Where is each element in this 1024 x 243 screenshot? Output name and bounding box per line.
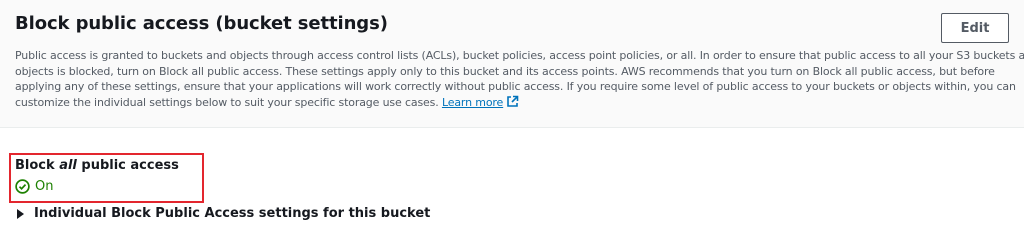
block-all-label: Block all public access [15,158,179,173]
description-line-last: customize the individual settings below … [15,95,1010,111]
block-all-status: On [15,179,53,194]
edit-button[interactable]: Edit [941,13,1009,43]
block-all-label-emphasis: all [59,158,77,173]
description-line: applying any of these settings, ensure t… [15,80,1016,93]
block-all-label-prefix: Block [15,158,60,173]
section-description: Public access is granted to buckets and … [15,48,1024,111]
learn-more-label[interactable]: Learn more [442,96,503,109]
individual-settings-expander[interactable]: Individual Block Public Access settings … [15,206,430,221]
individual-settings-label[interactable]: Individual Block Public Access settings … [34,206,430,221]
description-line: objects is blocked, turn on Block all pu… [15,64,995,78]
description-text: customize the individual settings below … [15,95,442,109]
description-line: Public access is granted to buckets and … [15,49,1024,62]
caret-right-icon[interactable] [17,208,24,219]
status-text: On [35,179,54,194]
external-link-icon[interactable] [506,95,519,108]
learn-more-link[interactable]: Learn more [442,95,519,109]
section-header: Block public access (bucket settings) Ed… [0,0,1024,128]
block-all-label-suffix: public access [76,158,179,173]
check-circle-icon [15,179,30,194]
section-title: Block public access (bucket settings) [15,13,388,34]
